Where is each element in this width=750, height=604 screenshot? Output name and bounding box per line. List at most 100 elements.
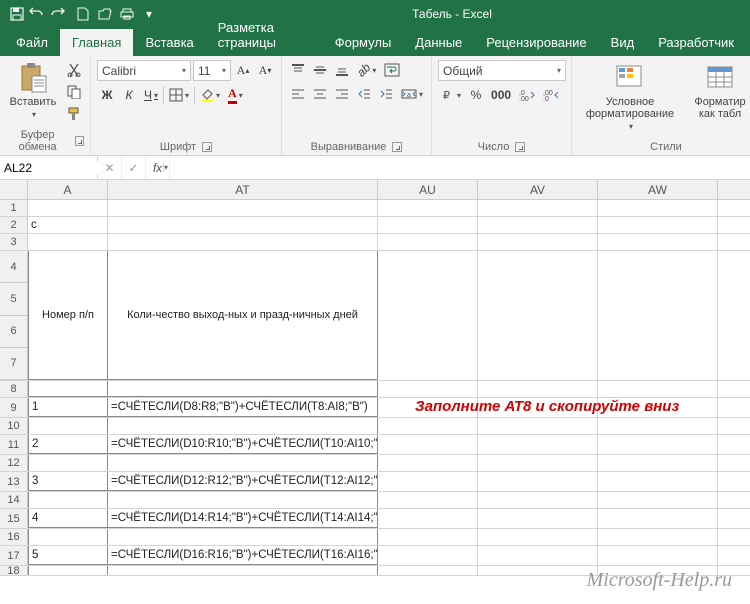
spreadsheet-grid[interactable]: A AT AU AV AW 12с34567Номер п/пКоли-чест… — [0, 180, 750, 576]
enter-formula-icon[interactable]: ✓ — [122, 156, 146, 179]
cell[interactable] — [478, 200, 598, 216]
cell[interactable]: 1 — [28, 398, 108, 417]
row-header[interactable]: 10 — [0, 418, 28, 434]
cell[interactable] — [378, 529, 478, 545]
row-header[interactable]: 5 — [0, 283, 28, 315]
tab-file[interactable]: Файл — [4, 29, 60, 56]
cell[interactable] — [598, 418, 718, 434]
cell[interactable] — [478, 529, 598, 545]
borders-icon[interactable]: ▾ — [166, 85, 192, 105]
row-header[interactable]: 13 — [0, 472, 28, 491]
increase-indent-icon[interactable] — [376, 84, 396, 104]
cell[interactable] — [478, 251, 598, 380]
italic-button[interactable]: К — [119, 85, 139, 105]
cell[interactable] — [598, 217, 718, 233]
cell[interactable] — [598, 455, 718, 471]
cell[interactable] — [108, 381, 378, 397]
cell[interactable] — [478, 472, 598, 491]
new-file-icon[interactable] — [72, 3, 94, 25]
cell[interactable] — [478, 455, 598, 471]
wrap-text-icon[interactable] — [381, 60, 403, 80]
row-header[interactable]: 4 — [0, 251, 28, 283]
cell[interactable] — [378, 566, 478, 575]
row-header[interactable]: 2 — [0, 217, 28, 233]
bold-button[interactable]: Ж — [97, 85, 117, 105]
name-box[interactable]: ▾ — [0, 156, 98, 179]
formula-input[interactable] — [170, 156, 750, 179]
align-bottom-icon[interactable] — [332, 60, 352, 80]
col-header[interactable]: AT — [108, 180, 378, 199]
cell[interactable]: =СЧЁТЕСЛИ(D12:R12;"В")+СЧЁТЕСЛИ(T12:AI12… — [108, 472, 378, 491]
cell[interactable]: =СЧЁТЕСЛИ(D8:R8;"В")+СЧЁТЕСЛИ(T8:AI8;"В"… — [108, 398, 378, 417]
cell[interactable] — [28, 455, 108, 471]
cell[interactable] — [598, 529, 718, 545]
merge-center-icon[interactable]: a▾ — [398, 84, 426, 104]
cell[interactable] — [478, 566, 598, 575]
cell[interactable]: =СЧЁТЕСЛИ(D14:R14;"В")+СЧЁТЕСЛИ(T14:AI14… — [108, 509, 378, 528]
row-header[interactable]: 12 — [0, 455, 28, 471]
row-header[interactable]: 18 — [0, 566, 28, 575]
cell[interactable] — [598, 546, 718, 565]
cell[interactable] — [108, 234, 378, 250]
format-painter-icon[interactable] — [64, 104, 84, 124]
conditional-formatting-button[interactable]: Условное форматирование▾ — [578, 60, 682, 133]
tab-layout[interactable]: Разметка страницы — [206, 14, 323, 56]
dialog-launcher-icon[interactable] — [392, 142, 402, 152]
dialog-launcher-icon[interactable] — [75, 136, 84, 146]
align-top-icon[interactable] — [288, 60, 308, 80]
cell[interactable] — [378, 234, 478, 250]
cell[interactable] — [108, 418, 378, 434]
row-header[interactable]: 9 — [0, 398, 28, 417]
quick-print-icon[interactable] — [116, 3, 138, 25]
cell[interactable] — [28, 200, 108, 216]
cell[interactable] — [28, 234, 108, 250]
cell[interactable] — [598, 509, 718, 528]
shrink-font-icon[interactable]: A▾ — [255, 61, 275, 81]
row-header[interactable]: 8 — [0, 381, 28, 397]
font-name-combo[interactable]: Calibri▾ — [97, 60, 191, 81]
tab-view[interactable]: Вид — [599, 29, 647, 56]
cell[interactable]: 5 — [28, 546, 108, 565]
paste-button[interactable]: Вставить ▾ — [6, 60, 60, 121]
cell[interactable] — [378, 509, 478, 528]
cell[interactable] — [108, 492, 378, 508]
cell[interactable] — [108, 217, 378, 233]
redo-icon[interactable]: ▾ — [50, 3, 72, 25]
cell[interactable] — [28, 381, 108, 397]
cancel-formula-icon[interactable]: ✕ — [98, 156, 122, 179]
cell[interactable] — [478, 217, 598, 233]
cell[interactable] — [378, 217, 478, 233]
align-middle-icon[interactable] — [310, 60, 330, 80]
cell[interactable] — [478, 509, 598, 528]
cell[interactable] — [478, 234, 598, 250]
cell[interactable] — [378, 472, 478, 491]
col-header[interactable]: A — [28, 180, 108, 199]
decrease-decimal-icon[interactable]: ,00,0 — [540, 85, 562, 105]
cell[interactable] — [598, 472, 718, 491]
cell[interactable] — [378, 455, 478, 471]
cell[interactable] — [28, 566, 108, 575]
row-header[interactable]: 11 — [0, 435, 28, 454]
tab-home[interactable]: Главная — [60, 29, 133, 56]
tab-data[interactable]: Данные — [403, 29, 474, 56]
format-as-table-button[interactable]: Форматир как табл — [686, 60, 750, 122]
percent-style-icon[interactable]: % — [466, 85, 486, 105]
font-color-icon[interactable]: A▾ — [225, 85, 246, 105]
row-header[interactable]: 17 — [0, 546, 28, 565]
customize-qat-icon[interactable]: ▾ — [138, 3, 160, 25]
grow-font-icon[interactable]: A▴ — [233, 61, 253, 81]
font-size-combo[interactable]: 11▾ — [193, 60, 231, 81]
tab-formulas[interactable]: Формулы — [323, 29, 404, 56]
tab-review[interactable]: Рецензирование — [474, 29, 598, 56]
orientation-icon[interactable]: ab▾ — [354, 60, 379, 80]
row-header[interactable]: 15 — [0, 509, 28, 528]
open-file-icon[interactable] — [94, 3, 116, 25]
cell[interactable] — [108, 566, 378, 575]
save-icon[interactable] — [6, 3, 28, 25]
cell[interactable]: =СЧЁТЕСЛИ(D16:R16;"В")+СЧЁТЕСЛИ(T16:AI16… — [108, 546, 378, 565]
row-header[interactable]: 14 — [0, 492, 28, 508]
comma-style-icon[interactable]: 000 — [488, 85, 514, 105]
row-header[interactable]: 3 — [0, 234, 28, 250]
number-format-combo[interactable]: Общий▾ — [438, 60, 566, 81]
dialog-launcher-icon[interactable] — [515, 142, 525, 152]
